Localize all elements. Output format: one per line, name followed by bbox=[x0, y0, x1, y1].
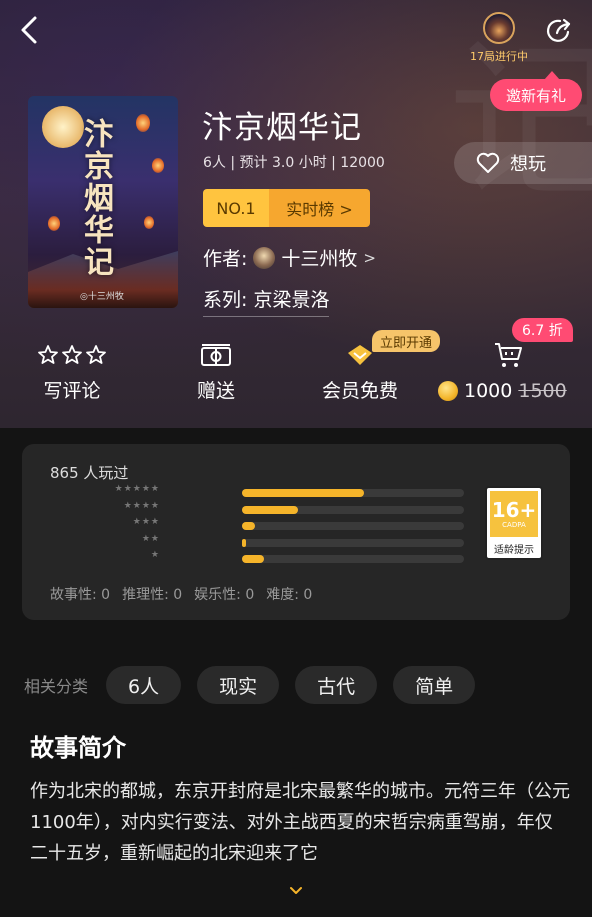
ongoing-games[interactable]: 17局进行中 bbox=[462, 12, 536, 64]
rating-stars-label: ★★ bbox=[141, 534, 160, 544]
age-rating-number: 16+ bbox=[491, 497, 537, 522]
rank-list-link: 实时榜 > bbox=[269, 189, 370, 227]
invite-button[interactable]: 邀新有礼 bbox=[490, 71, 582, 111]
gift-label: 赠送 bbox=[196, 380, 235, 402]
price-original: 1500 bbox=[518, 380, 567, 402]
book-title: 汴京烟华记 bbox=[202, 110, 362, 146]
book-meta: 6人 | 预计 3.0 小时 | 12000 bbox=[203, 155, 385, 171]
author-avatar bbox=[253, 246, 276, 269]
rating-bar-track bbox=[242, 489, 464, 497]
share-button[interactable] bbox=[544, 16, 574, 46]
rating-stars-label: ★★★ bbox=[132, 517, 160, 527]
want-play-button[interactable]: 想玩 bbox=[454, 142, 592, 184]
age-rating-badge[interactable]: 16+ CADPA 适龄提示 bbox=[485, 486, 543, 560]
cover-title: 汴京烟华记 bbox=[78, 118, 113, 278]
want-play-label: 想玩 bbox=[510, 154, 546, 175]
buy-button[interactable] bbox=[488, 340, 528, 370]
rating-bar-row: ★ bbox=[151, 550, 467, 563]
stars-outline-icon bbox=[38, 345, 106, 364]
cover-lantern bbox=[144, 216, 154, 229]
rating-bar-fill bbox=[242, 555, 265, 563]
category-row: 相关分类 6人 现实 古代 简单 bbox=[24, 665, 476, 705]
price-row[interactable]: 1000 1500 bbox=[438, 380, 567, 402]
write-review-label: 写评论 bbox=[43, 380, 101, 402]
attr-story: 故事性: 0 bbox=[50, 587, 111, 603]
gift-icon bbox=[201, 344, 231, 366]
played-count: 865 人玩过 bbox=[50, 464, 129, 482]
rating-bar-fill bbox=[242, 506, 298, 514]
expand-button[interactable] bbox=[287, 882, 305, 894]
rating-bar-row: ★★★★★ bbox=[115, 484, 467, 497]
discount-tag: 6.7 折 bbox=[512, 318, 573, 342]
category-chip[interactable]: 6人 bbox=[106, 666, 182, 704]
rating-bar-fill bbox=[242, 539, 247, 547]
attribute-scores: 故事性: 0 推理性: 0 娱乐性: 0 难度: 0 bbox=[50, 584, 312, 604]
rating-bar-row: ★★ bbox=[142, 534, 467, 547]
rating-bar-fill bbox=[242, 489, 365, 497]
attr-difficulty: 难度: 0 bbox=[266, 587, 313, 603]
action-bar: 写评论 赠送 会员免费 立即开通 6.7 折 1000 1500 bbox=[0, 318, 592, 412]
rating-bar-track bbox=[242, 539, 464, 547]
rating-bar-track bbox=[242, 506, 464, 514]
author-label: 作者: bbox=[203, 248, 248, 270]
cover-author: ◎十三州牧 bbox=[80, 292, 124, 302]
member-free-label: 会员免费 bbox=[321, 380, 398, 402]
back-button[interactable] bbox=[14, 12, 44, 48]
synopsis-text: 作为北宋的都城，东京开封府是北宋最繁华的城市。元符三年（公元1100年），对内实… bbox=[30, 781, 570, 864]
author-link[interactable]: 作者: 十三州牧 > bbox=[203, 244, 376, 271]
gift-button[interactable]: 赠送 bbox=[180, 340, 252, 403]
series-link[interactable]: 系列: 京梁景洛 bbox=[203, 285, 330, 317]
chevron-down-icon bbox=[290, 887, 302, 894]
heart-icon bbox=[476, 152, 500, 173]
rating-bar-row: ★★★ bbox=[133, 517, 467, 530]
rating-bar-fill bbox=[242, 522, 256, 530]
coin-icon bbox=[438, 381, 458, 401]
synopsis-title: 故事简介 bbox=[30, 734, 126, 762]
age-rating-hint: 适龄提示 bbox=[494, 545, 534, 556]
attr-reasoning: 推理性: 0 bbox=[122, 587, 183, 603]
cover-lantern bbox=[152, 158, 164, 173]
rating-stars-label: ★ bbox=[150, 550, 160, 560]
price-current: 1000 bbox=[464, 380, 513, 402]
rank-badge[interactable]: NO.1 实时榜 > bbox=[203, 189, 370, 227]
age-rating-org: CADPA bbox=[502, 520, 526, 529]
category-chip[interactable]: 古代 bbox=[295, 666, 378, 704]
game-status-text: 17局进行中 bbox=[470, 50, 528, 63]
rating-stars-label: ★★★★ bbox=[123, 501, 160, 511]
author-name: 十三州牧 bbox=[281, 248, 358, 270]
rating-bar-row: ★★★★ bbox=[124, 501, 467, 514]
vip-diamond-icon bbox=[348, 345, 372, 365]
category-label: 相关分类 bbox=[24, 677, 89, 696]
rating-bar-track bbox=[242, 522, 464, 530]
write-review-button[interactable]: 写评论 bbox=[34, 340, 110, 403]
open-now-tag[interactable]: 立即开通 bbox=[372, 330, 441, 352]
category-chip[interactable]: 简单 bbox=[393, 666, 476, 704]
category-chip[interactable]: 现实 bbox=[197, 666, 280, 704]
book-cover[interactable]: 汴京烟华记 ◎十三州牧 bbox=[28, 96, 178, 308]
share-icon bbox=[546, 18, 571, 42]
rating-card: 865 人玩过 ★★★★★ ★★★★ ★★★ ★★ ★ 16+ CADPA 适龄提示 故… bbox=[22, 444, 570, 620]
cover-lantern bbox=[136, 114, 150, 132]
rank-number: NO.1 bbox=[203, 189, 269, 227]
rating-stars-label: ★★★★★ bbox=[114, 484, 160, 494]
chevron-left-icon bbox=[21, 16, 37, 44]
attr-fun: 娱乐性: 0 bbox=[194, 587, 255, 603]
rating-bar-track bbox=[242, 555, 464, 563]
chevron-right-icon: > bbox=[363, 248, 376, 267]
hero-header: 记 17局进行中 邀新有礼 汴京烟华记 ◎十三州牧 汴京烟华记 6人 | 预计 … bbox=[0, 0, 592, 428]
game-avatar bbox=[483, 12, 515, 44]
cover-lantern bbox=[48, 216, 60, 231]
cart-icon bbox=[495, 343, 522, 367]
